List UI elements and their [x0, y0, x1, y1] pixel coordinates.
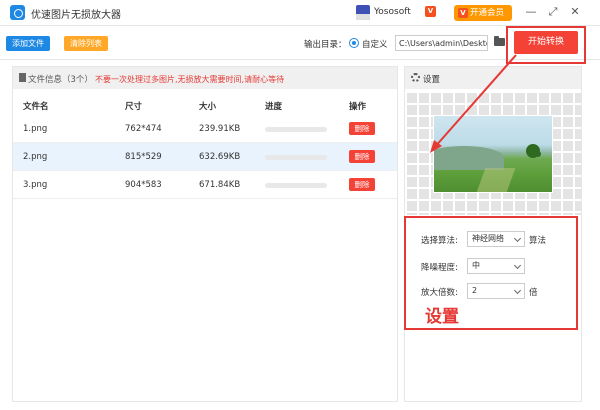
folder-icon[interactable]	[494, 36, 505, 46]
preview-tree-small	[535, 151, 541, 157]
close-icon[interactable]: ✕	[568, 5, 582, 19]
preview-path	[474, 168, 516, 192]
progress-bar	[265, 127, 327, 132]
custom-dir-radio[interactable]	[349, 38, 359, 48]
app-title: 优速图片无损放大器	[31, 10, 121, 21]
file-size: 239.91KB	[199, 124, 241, 134]
table-row[interactable]: 2.png 815*529 632.69KB 删除	[13, 143, 397, 171]
user-name[interactable]: Yososoft	[374, 7, 411, 17]
file-dims: 904*583	[125, 180, 162, 190]
file-name: 3.png	[23, 180, 48, 190]
user-avatar[interactable]	[356, 5, 370, 20]
table-row[interactable]: 1.png 762*474 239.91KB 删除	[13, 115, 397, 143]
minimize-icon[interactable]: —	[524, 5, 538, 19]
vip-badge-icon: V	[425, 6, 436, 17]
preview-hill	[434, 146, 504, 170]
file-name: 1.png	[23, 124, 48, 134]
file-dims: 815*529	[125, 152, 162, 162]
output-path-input[interactable]	[395, 35, 488, 51]
file-count: 文件信息（3个）	[28, 75, 93, 85]
col-header-size: 大小	[199, 102, 217, 112]
vip-button[interactable]: V 开通会员	[454, 5, 512, 21]
maximize-icon[interactable]: ⤢	[546, 5, 560, 19]
app-logo-icon	[10, 5, 25, 20]
delete-button[interactable]: 删除	[349, 178, 375, 191]
col-header-progress: 进度	[265, 102, 283, 112]
vip-crown-icon: V	[458, 8, 468, 18]
add-file-button[interactable]: 添加文件	[6, 36, 50, 51]
file-icon	[19, 73, 26, 82]
settings-annotation: 设置	[425, 307, 459, 327]
gear-icon	[411, 73, 420, 82]
delete-button[interactable]: 删除	[349, 122, 375, 135]
col-header-name: 文件名	[23, 102, 49, 112]
col-header-action: 操作	[349, 102, 367, 112]
file-list-panel: 文件信息（3个） 不要一次处理过多图片,无损放大需要时间,请耐心等待 文件名 尺…	[12, 66, 398, 402]
title-bar: 优速图片无损放大器 Yososoft V V 开通会员 — ⤢ ✕	[0, 0, 600, 26]
file-name: 2.png	[23, 152, 48, 162]
settings-title: 设置	[423, 75, 441, 85]
output-dir-label: 输出目录：	[304, 40, 347, 50]
file-dims: 762*474	[125, 124, 162, 134]
start-button-highlight	[506, 26, 586, 64]
file-list-header: 文件信息（3个） 不要一次处理过多图片,无损放大需要时间,请耐心等待	[13, 67, 397, 89]
table-row[interactable]: 3.png 904*583 671.84KB 删除	[13, 171, 397, 199]
file-size: 671.84KB	[199, 180, 241, 190]
file-warning: 不要一次处理过多图片,无损放大需要时间,请耐心等待	[95, 75, 285, 84]
custom-dir-label[interactable]: 自定义	[362, 38, 388, 50]
progress-bar	[265, 183, 327, 188]
file-size: 632.69KB	[199, 152, 241, 162]
delete-button[interactable]: 删除	[349, 150, 375, 163]
col-header-dims: 尺寸	[125, 102, 143, 112]
settings-header: 设置	[405, 67, 581, 89]
clear-list-button[interactable]: 清除列表	[64, 36, 108, 51]
preview-image	[433, 115, 553, 193]
progress-bar	[265, 155, 327, 160]
vip-button-label: 开通会员	[470, 8, 505, 18]
